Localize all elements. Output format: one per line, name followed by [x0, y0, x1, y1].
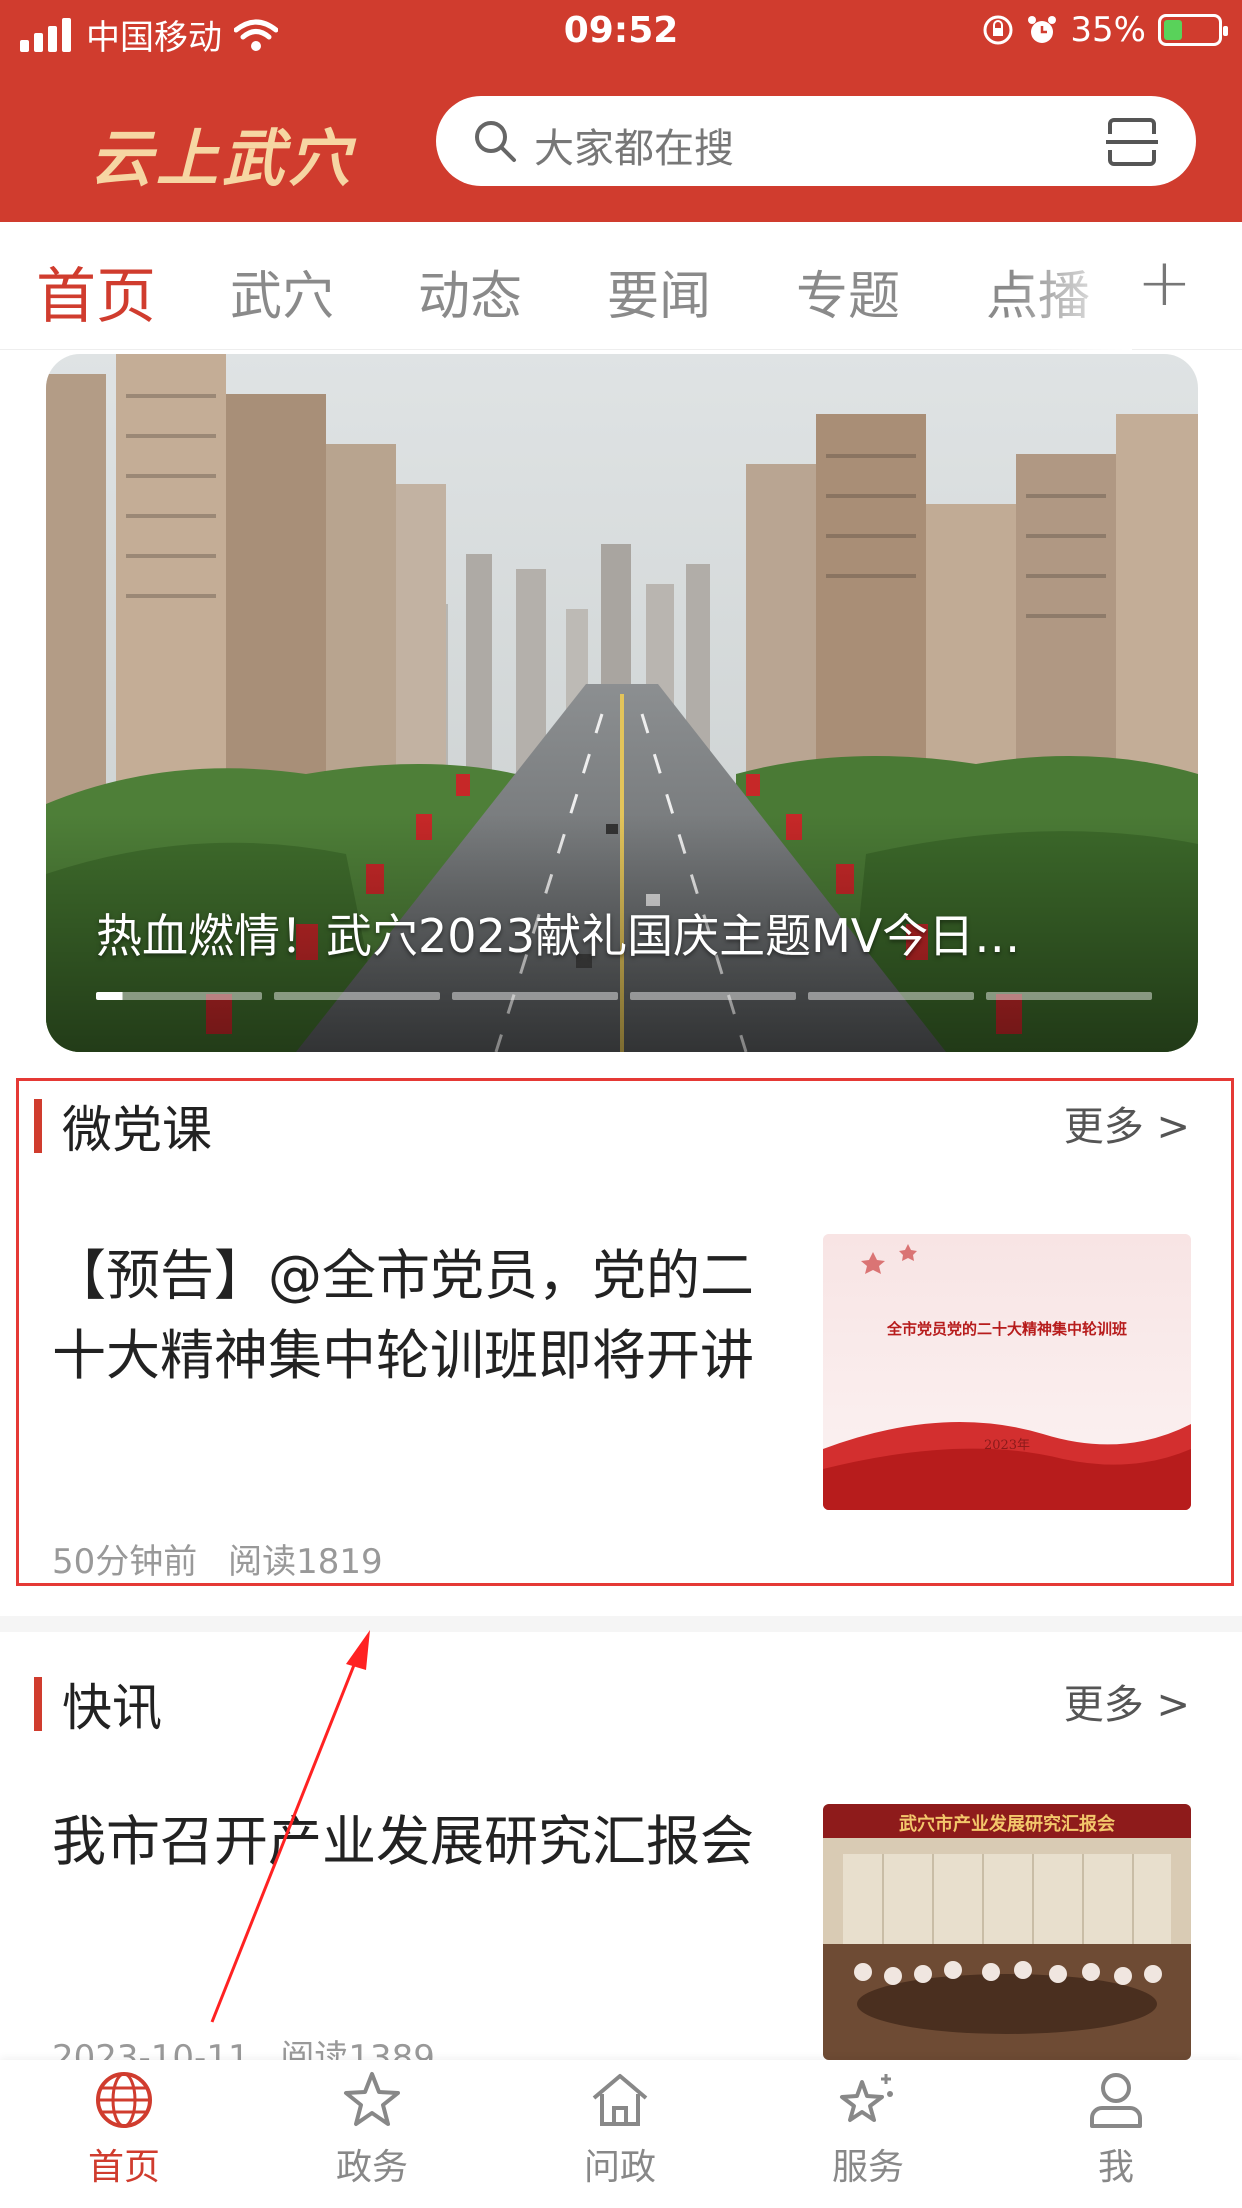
section-header-news: 快讯	[34, 1668, 162, 1740]
battery-charging-icon	[1158, 14, 1228, 46]
hero-page-indicator	[96, 992, 262, 1000]
article-time: 50分钟前	[52, 1542, 198, 1582]
add-tab-icon[interactable]: +	[1137, 244, 1192, 321]
app-header: 中国移动 09:52 35% 云上武穴 大家都在搜	[0, 0, 1242, 222]
section-title: 快讯	[62, 1679, 162, 1737]
thumbnail-year: 2023年	[983, 1438, 1031, 1453]
hero-page-indicator	[808, 992, 974, 1000]
tab-home[interactable]: 首页	[36, 248, 156, 335]
nav-services[interactable]: 服务	[788, 2068, 948, 2190]
hero-page-indicator	[630, 992, 796, 1000]
tab-dynamics[interactable]: 动态	[418, 254, 522, 329]
more-link[interactable]: 更多 >	[1064, 1672, 1190, 1730]
section-header-party: 微党课	[34, 1090, 212, 1162]
thumbnail-banner-text: 武穴市产业发展研究汇报会	[899, 1814, 1115, 1835]
tab-headlines[interactable]: 要闻	[607, 254, 711, 329]
hero-caption: 热血燃情！武穴2023献礼国庆主题MV今日…	[96, 909, 1021, 963]
thumbnail-title: 全市党员党的二十大精神集中轮训班	[886, 1320, 1127, 1338]
nav-government[interactable]: 政务	[292, 2068, 452, 2190]
bottom-nav: 首页 政务 问政 服务 我	[0, 2060, 1242, 2208]
hero-pagination	[96, 992, 1152, 1000]
scan-icon[interactable]	[1106, 116, 1158, 168]
battery-percent: 35%	[1070, 10, 1146, 50]
hero-page-indicator	[986, 992, 1152, 1000]
article-reads: 阅读1819	[228, 1542, 383, 1582]
app-logo: 云上武穴	[90, 122, 355, 195]
search-bar[interactable]: 大家都在搜	[436, 96, 1196, 186]
search-icon	[475, 121, 516, 162]
article-thumbnail[interactable]: 武穴市产业发展研究汇报会	[823, 1804, 1191, 2060]
category-tabs: 首页 武穴 动态 要闻 专题 点播 +	[0, 222, 1242, 350]
article-title[interactable]: 【预告】@全市党员，党的二十大精神集中轮训班即将开讲	[52, 1236, 772, 1396]
nav-inquiry[interactable]: 问政	[540, 2068, 700, 2190]
nav-label: 政务	[335, 2147, 408, 2188]
article-thumbnail[interactable]: 全市党员党的二十大精神集中轮训班 2023年	[823, 1234, 1191, 1510]
nav-label: 服务	[831, 2147, 904, 2188]
user-icon	[1090, 2073, 1142, 2128]
tab-topics[interactable]: 专题	[796, 254, 900, 329]
hero-banner[interactable]: 热血燃情！武穴2023献礼国庆主题MV今日…	[46, 354, 1198, 1052]
article-title[interactable]: 我市召开产业发展研究汇报会	[52, 1802, 772, 1882]
section-title: 微党课	[62, 1101, 212, 1159]
more-link[interactable]: 更多 >	[1064, 1094, 1190, 1152]
status-bar: 中国移动 09:52 35%	[0, 0, 1242, 62]
article-meta: 50分钟前 阅读1819	[52, 1534, 383, 1583]
star-icon	[344, 2072, 400, 2126]
nav-label: 首页	[87, 2147, 160, 2188]
search-placeholder: 大家都在搜	[534, 126, 734, 172]
sparkle-star-icon	[840, 2074, 893, 2122]
globe-icon	[96, 2072, 152, 2128]
alarm-icon	[1028, 16, 1057, 43]
section-accent-bar	[34, 1677, 42, 1731]
nav-label: 问政	[583, 2147, 656, 2188]
tab-wuxue[interactable]: 武穴	[230, 254, 334, 329]
hero-page-indicator	[274, 992, 440, 1000]
section-accent-bar	[34, 1099, 42, 1153]
nav-home[interactable]: 首页	[44, 2068, 204, 2190]
hero-page-indicator	[452, 992, 618, 1000]
home-icon	[592, 2074, 648, 2126]
section-divider	[0, 1616, 1242, 1632]
nav-label: 我	[1097, 2147, 1134, 2188]
nav-me[interactable]: 我	[1036, 2068, 1196, 2190]
rotation-lock-icon	[983, 15, 1013, 45]
tab-fade	[1012, 222, 1132, 350]
